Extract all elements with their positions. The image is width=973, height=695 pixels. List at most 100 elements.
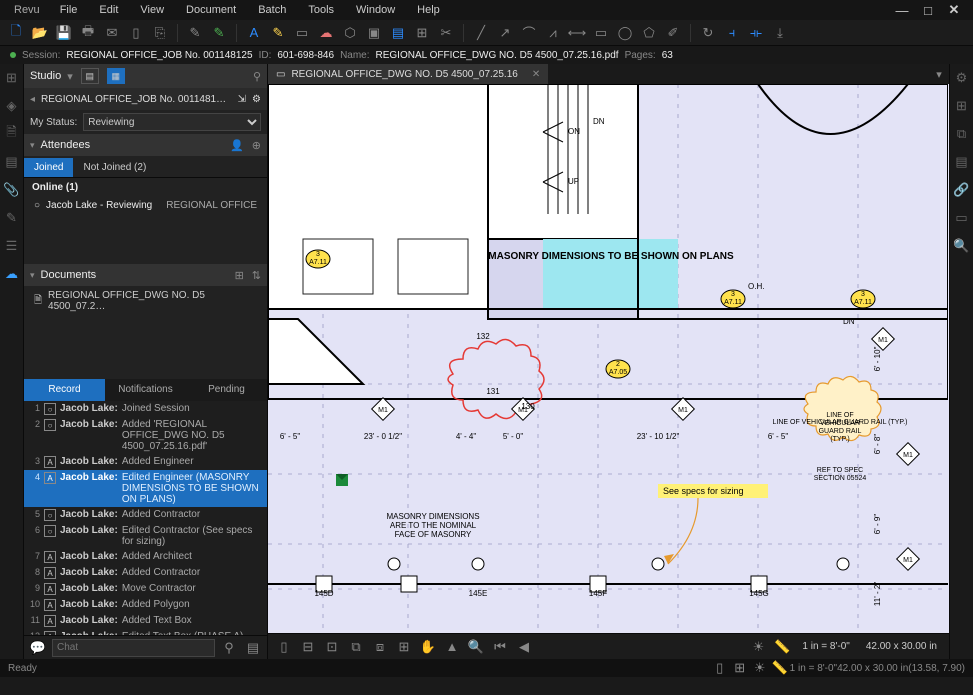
export-icon[interactable]: ⇲ (238, 94, 246, 105)
record-tab[interactable]: Record (24, 379, 105, 401)
documents-section[interactable]: ▾ Documents ⊞⇅ (24, 264, 267, 286)
menu-window[interactable]: Window (346, 4, 405, 16)
page-icon[interactable]: ▯ (126, 23, 146, 43)
two-page-icon[interactable]: ⊡ (322, 637, 342, 657)
polyline-icon[interactable]: ⩘ (543, 23, 563, 43)
attendee-row[interactable]: ○ Jacob Lake - Reviewing REGIONAL OFFICE (24, 197, 267, 214)
rail-studio-icon[interactable]: ☁ (2, 264, 22, 284)
cut-icon[interactable]: ✂ (436, 23, 456, 43)
chat-input[interactable] (52, 639, 215, 657)
record-row[interactable]: 4AJacob Lake:Edited Engineer (MASONRY DI… (24, 470, 267, 507)
rail-clip-icon[interactable]: 📎 (2, 180, 22, 200)
zoom-icon[interactable]: 🔍 (466, 637, 486, 657)
record-row[interactable]: 6○Jacob Lake:Edited Contractor (See spec… (24, 523, 267, 549)
line-icon[interactable]: ╱ (471, 23, 491, 43)
highlight-icon[interactable]: ✎ (268, 23, 288, 43)
group-icon[interactable]: ⊞ (412, 23, 432, 43)
callout-icon[interactable]: ▭ (292, 23, 312, 43)
mail-icon[interactable]: ✉ (102, 23, 122, 43)
menu-file[interactable]: File (50, 4, 88, 16)
brightness-icon[interactable]: ☀ (748, 637, 768, 657)
overlay-icon[interactable]: ⧈ (370, 637, 390, 657)
polygon-icon[interactable]: ⬠ (639, 23, 659, 43)
rail-thumbnails-icon[interactable]: ⊞ (2, 68, 22, 88)
foot-brightness-icon[interactable]: ☀ (750, 658, 770, 678)
rail-signature-icon[interactable]: ✎ (2, 208, 22, 228)
add-doc-icon[interactable]: ⊞ (235, 269, 244, 282)
menu-view[interactable]: View (130, 4, 174, 16)
dimension-icon[interactable]: ⟷ (567, 23, 587, 43)
back-icon[interactable]: ◂ (30, 94, 35, 105)
first-page-icon[interactable]: ⏮ (490, 637, 510, 657)
arc-icon[interactable]: ⌒ (519, 23, 539, 43)
sketch-icon[interactable]: ✐ (663, 23, 683, 43)
filter-icon[interactable]: ⚲ (219, 638, 239, 658)
single-page-icon[interactable]: ▯ (274, 637, 294, 657)
record-row[interactable]: 11AJacob Lake:Added Text Box (24, 613, 267, 629)
invite-icon[interactable]: 👤 (230, 139, 244, 152)
rectangle-icon[interactable]: ▭ (591, 23, 611, 43)
download-icon[interactable]: ⤓ (770, 23, 790, 43)
flag-icon[interactable]: ▤ (388, 23, 408, 43)
rail-links-icon[interactable]: 🔗 (952, 180, 972, 200)
snap-icon[interactable]: ⟛ (746, 23, 766, 43)
pending-tab[interactable]: Pending (186, 379, 267, 401)
rail-file-icon[interactable]: 🗎 (2, 124, 22, 144)
foot-page-icon[interactable]: ▯ (710, 658, 730, 678)
rail-toolchest-icon[interactable]: ⊞ (952, 96, 972, 116)
pan-icon[interactable]: ✋ (418, 637, 438, 657)
chat-icon[interactable]: 💬 (28, 638, 48, 658)
menu-edit[interactable]: Edit (89, 4, 128, 16)
attendees-section[interactable]: ▾ Attendees 👤⊕ (24, 134, 267, 156)
rail-form-icon[interactable]: ▤ (2, 152, 22, 172)
select-icon[interactable]: ▲ (442, 637, 462, 657)
tab-dropdown-icon[interactable]: ▾ (929, 68, 949, 81)
add-user-icon[interactable]: ⊕ (252, 139, 261, 152)
record-row[interactable]: 7AJacob Lake:Added Architect (24, 549, 267, 565)
compare-icon[interactable]: ⧉ (346, 637, 366, 657)
close-tab-icon[interactable]: ✕ (532, 69, 540, 80)
rotate-icon[interactable]: ↻ (698, 23, 718, 43)
record-row[interactable]: 5○Jacob Lake:Added Contractor (24, 507, 267, 523)
rail-layers-icon[interactable]: ☰ (2, 236, 22, 256)
record-row[interactable]: 1○Jacob Lake:Joined Session (24, 401, 267, 417)
foot-grid-icon[interactable]: ⊞ (730, 658, 750, 678)
rail-measure-icon[interactable]: ▤ (952, 152, 972, 172)
record-row[interactable]: 9AJacob Lake:Move Contractor (24, 581, 267, 597)
my-status-select[interactable]: Reviewing (83, 113, 261, 131)
record-list[interactable]: 1○Jacob Lake:Joined Session2○Jacob Lake:… (24, 401, 267, 635)
pen-icon[interactable]: ✎ (209, 23, 229, 43)
minimize-button[interactable]: — (889, 0, 915, 20)
ellipse-icon[interactable]: ◯ (615, 23, 635, 43)
record-row[interactable]: 2○Jacob Lake:Added 'REGIONAL OFFICE_DWG … (24, 417, 267, 454)
record-row[interactable]: 8AJacob Lake:Added Contractor (24, 565, 267, 581)
rail-bookmark-icon[interactable]: ◈ (2, 96, 22, 116)
cloud-icon[interactable]: ☁ (316, 23, 336, 43)
rail-toolsets-icon[interactable]: ⧉ (952, 124, 972, 144)
not-joined-tab[interactable]: Not Joined (2) (73, 158, 156, 177)
image-icon[interactable]: ▣ (364, 23, 384, 43)
joined-tab[interactable]: Joined (24, 158, 73, 177)
prev-page-icon[interactable]: ◀ (514, 637, 534, 657)
arrow-icon[interactable]: ↗ (495, 23, 515, 43)
report-icon[interactable]: ▤ (243, 638, 263, 658)
continuous-icon[interactable]: ⊟ (298, 637, 318, 657)
settings-icon[interactable]: ⚙ (252, 94, 261, 105)
close-button[interactable]: ✕ (941, 0, 967, 20)
new-doc-icon[interactable]: 🗋 (6, 23, 26, 43)
save-icon[interactable]: 💾 (54, 23, 74, 43)
rail-sets-icon[interactable]: ▭ (952, 208, 972, 228)
menu-tools[interactable]: Tools (298, 4, 344, 16)
print-icon[interactable]: 🖶 (78, 23, 98, 43)
rail-search-icon[interactable]: 🔍 (952, 236, 972, 256)
document-row[interactable]: 🗎 REGIONAL OFFICE_DWG NO. D5 4500_07.2… (24, 286, 267, 316)
record-row[interactable]: 3AJacob Lake:Added Engineer (24, 454, 267, 470)
menu-batch[interactable]: Batch (248, 4, 296, 16)
copy-icon[interactable]: ⎘ (150, 23, 170, 43)
document-tab[interactable]: ▭ REGIONAL OFFICE_DWG NO. D5 4500_07.25.… (268, 64, 548, 84)
view-grid-button[interactable]: ▦ (107, 68, 125, 84)
sort-icon[interactable]: ⇅ (252, 269, 261, 282)
drawing-canvas[interactable]: UP DN ON MASONRY DIMENSIONS TO BE SHOWN … (268, 84, 949, 633)
split-icon[interactable]: ⊞ (394, 637, 414, 657)
note-icon[interactable]: ✎ (185, 23, 205, 43)
